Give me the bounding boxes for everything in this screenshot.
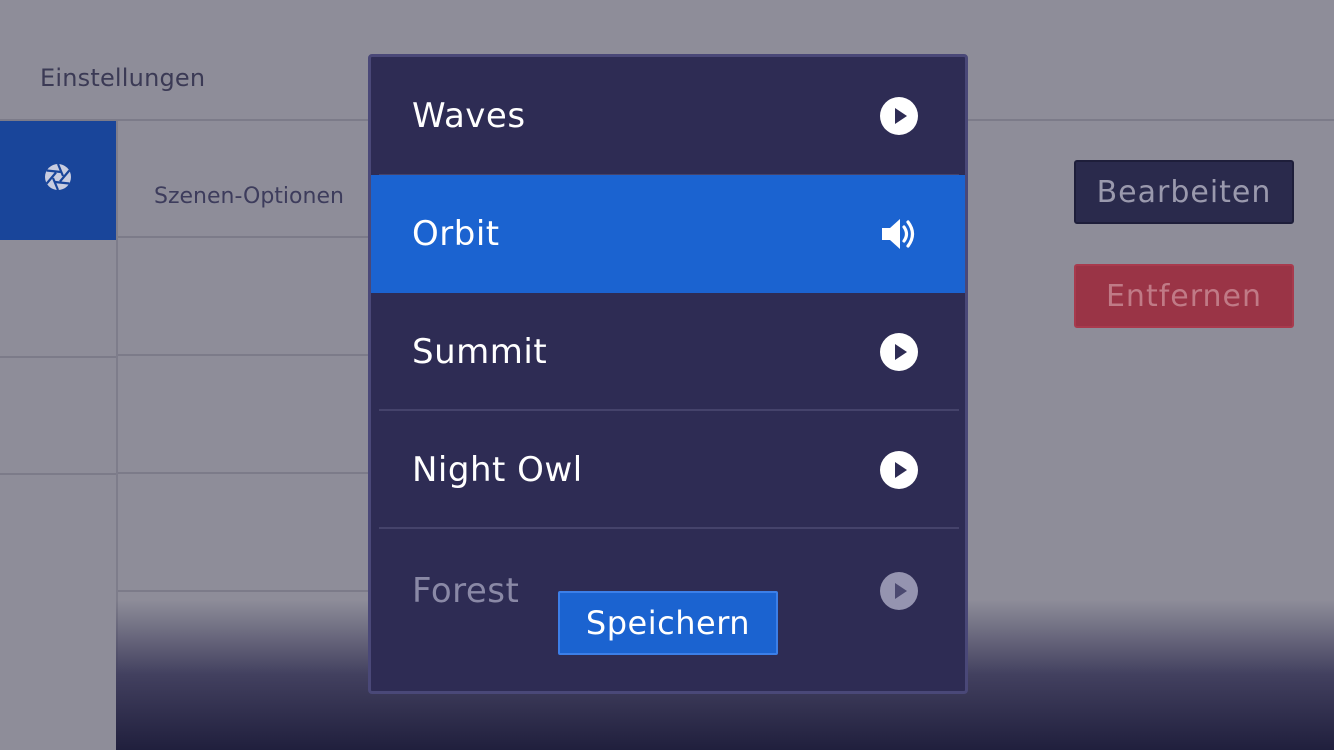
speaker-icon [879, 214, 919, 254]
play-icon [879, 96, 919, 136]
play-icon [879, 571, 919, 611]
row-separator [118, 472, 378, 474]
row-separator [118, 236, 378, 238]
remove-button[interactable]: Entfernen [1074, 264, 1294, 328]
list-item-orbit[interactable]: Orbit [371, 175, 965, 293]
section-label: Szenen-Optionen [154, 184, 344, 209]
edit-button[interactable]: Bearbeiten [1074, 160, 1294, 224]
list-item-label: Waves [412, 96, 526, 136]
aperture-icon [43, 163, 73, 196]
list-item-summit[interactable]: Summit [371, 293, 965, 411]
list-item-label: Summit [412, 332, 548, 372]
screen: Einstellungen Szenen-Optionen Bearbeiten… [0, 0, 1334, 750]
sidebar-item-scenes[interactable] [0, 121, 116, 240]
list-item-waves[interactable]: Waves [371, 57, 965, 175]
sidebar-separator [0, 473, 116, 475]
scene-picker-modal: Waves Orbit Summit Night Owl Forest Spei… [368, 54, 968, 694]
page-title: Einstellungen [40, 64, 206, 92]
list-item-night-owl[interactable]: Night Owl [371, 411, 965, 529]
save-button[interactable]: Speichern [558, 591, 778, 655]
row-separator [118, 590, 378, 592]
list-item-label: Night Owl [412, 450, 583, 490]
play-icon [879, 450, 919, 490]
play-icon [879, 332, 919, 372]
list-item-label: Orbit [412, 214, 500, 254]
list-separator [379, 527, 959, 529]
row-separator [118, 354, 378, 356]
sidebar-separator [0, 356, 116, 358]
